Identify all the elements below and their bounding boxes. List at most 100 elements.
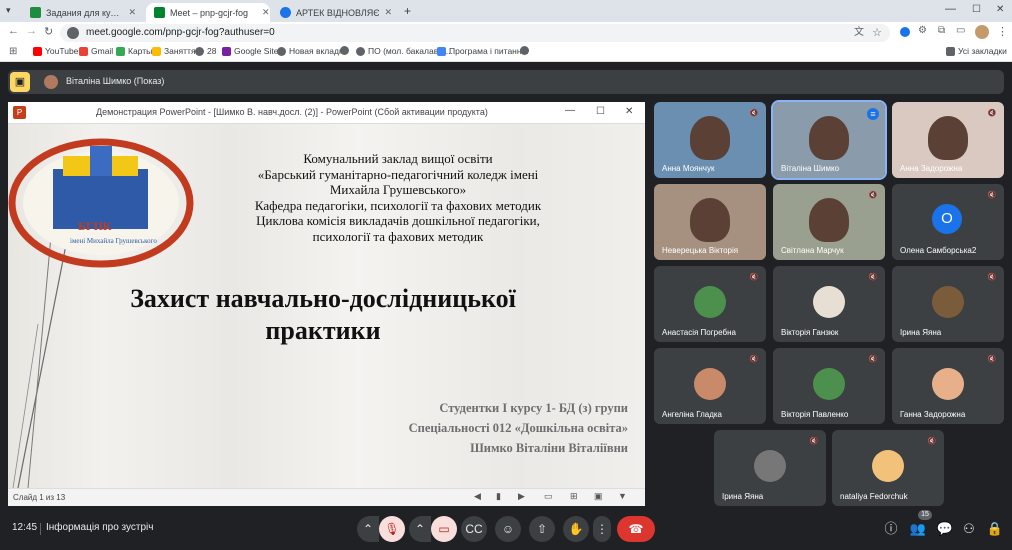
participant-tile[interactable]: Анастасія Погребна 🔇 [654, 266, 766, 342]
profile-avatar[interactable] [975, 25, 989, 39]
chat-icon[interactable]: 💬 [932, 516, 958, 542]
extensions-puzzle-icon[interactable]: ⧉ [938, 25, 945, 36]
audio-options-button[interactable]: ⌃ [357, 516, 379, 542]
participant-tile[interactable]: Світлана Марчук 🔇 [773, 184, 885, 260]
participant-tile[interactable]: Ганна Задорожна 🔇 [892, 348, 1004, 424]
tab-course-tasks[interactable]: Задания для курса "1-БШ(3). Ш ✕ [22, 3, 144, 22]
site-info-icon[interactable] [67, 27, 79, 39]
ppt-title-bar: P Демонстрация PowerPoint - [Шимко В. на… [8, 102, 645, 124]
meeting-info-link[interactable]: Інформація про зустріч [46, 522, 153, 533]
mic-muted-icon: 🔇 [987, 192, 997, 199]
new-tab-button[interactable]: + [404, 4, 411, 18]
mic-muted-icon: 🔇 [868, 274, 878, 281]
participant-tile[interactable]: nataliya Fedorchuk 🔇 [832, 430, 944, 506]
tab-list-icon[interactable]: ▾ [6, 5, 11, 16]
participant-tile[interactable]: О Олена Самборська2 🔇 [892, 184, 1004, 260]
close-tab-icon[interactable]: ✕ [128, 7, 136, 18]
participant-avatar [813, 368, 845, 400]
bookmark-google-sites[interactable]: Google Sites [222, 46, 283, 56]
participant-tile[interactable]: Неверецька Вікторія [654, 184, 766, 260]
participant-tile[interactable]: Вікторія Ганзюк 🔇 [773, 266, 885, 342]
ppt-close-icon[interactable]: ✕ [625, 106, 633, 117]
bookmark-program[interactable]: Програма і питанн... [437, 46, 529, 56]
bookmark-globe-2[interactable] [520, 46, 532, 55]
bookmark-gmail[interactable]: Gmail [79, 46, 113, 56]
activities-icon[interactable]: ⚇ [956, 516, 982, 542]
forward-icon[interactable]: → [26, 25, 37, 37]
tab-artek[interactable]: АРТЕК ВІДНОВЛЯЄ СВОЮ ДІЯ ✕ [272, 3, 400, 22]
leave-call-button[interactable]: ☎ [617, 516, 655, 542]
participant-video [809, 116, 849, 160]
bookmark-28[interactable]: 28 [195, 46, 216, 56]
more-options-button[interactable]: ⋮ [593, 516, 611, 542]
info-icon[interactable]: ⓘ [878, 516, 904, 542]
raise-hand-button[interactable]: ✋ [563, 516, 589, 542]
maximize-window-icon[interactable]: ☐ [972, 4, 981, 15]
participant-tile[interactable]: Анна Задорожна 🔇 [892, 102, 1004, 178]
slide-area[interactable]: БГПК імені Михайла Грушевського Комуналь… [8, 124, 645, 488]
header-line: психології та фахових методик [312, 228, 484, 244]
bookmark-maps[interactable]: Карты [116, 46, 152, 56]
apps-grid-icon[interactable]: ⊞ [9, 46, 17, 57]
extension-icon[interactable]: ⚙ [918, 25, 927, 36]
participant-tile[interactable]: Вікторія Павленко 🔇 [773, 348, 885, 424]
maps-icon [116, 46, 125, 56]
globe-icon [356, 46, 365, 56]
extension-blue-icon[interactable] [900, 27, 910, 37]
url-field[interactable]: meet.google.com/pnp-gcjr-fog?authuser=0 … [60, 24, 890, 42]
host-controls-icon[interactable]: 🔒 [982, 516, 1008, 542]
participant-tile[interactable]: Ірина Яяна 🔇 [714, 430, 826, 506]
bookmark-star-icon[interactable]: ☆ [872, 24, 882, 42]
reload-icon[interactable]: ↻ [44, 25, 53, 38]
mic-off-button[interactable]: 🎙 [379, 516, 405, 542]
prev-slide-icon[interactable]: ◀ [474, 491, 481, 502]
mic-muted-icon: 🔇 [868, 356, 878, 363]
participant-avatar [872, 450, 904, 482]
close-tab-icon[interactable]: ✕ [262, 7, 270, 18]
title-line: Захист навчально-дослідницької [130, 284, 516, 313]
participant-tile[interactable]: Ангеліна Гладка 🔇 [654, 348, 766, 424]
header-line: Кафедра педагогіки, психології та фахови… [254, 197, 542, 213]
participant-name: nataliya Fedorchuk [840, 492, 908, 501]
tab-meet[interactable]: Meet – pnp-gcjr-fog ✕ [146, 3, 270, 22]
minimize-window-icon[interactable]: — [945, 3, 956, 15]
close-window-icon[interactable]: ✕ [996, 4, 1004, 15]
present-now-button[interactable]: ⇧ [529, 516, 555, 542]
address-bar-row: ← → ↻ meet.google.com/pnp-gcjr-fog?authu… [0, 22, 1012, 44]
captions-button[interactable]: CC [461, 516, 487, 542]
bookmark-youtube[interactable]: YouTube [33, 46, 78, 56]
emoji-button[interactable]: ☺ [495, 516, 521, 542]
reading-view-icon[interactable]: ▣ [594, 491, 603, 502]
mic-muted-icon: 🔇 [987, 274, 997, 281]
participant-tile[interactable]: Анна Моянчук 🔇 [654, 102, 766, 178]
bookmark-globe[interactable] [340, 46, 352, 55]
back-icon[interactable]: ← [8, 25, 19, 37]
camera-off-button[interactable]: ▭ [431, 516, 457, 542]
participant-tile[interactable]: Віталіна Шимко ≡ [771, 100, 887, 180]
video-options-button[interactable]: ⌃ [409, 516, 431, 542]
ppt-maximize-icon[interactable]: ☐ [596, 106, 605, 117]
clock-time: 12:45 [12, 522, 38, 533]
bookmark-new-tab[interactable]: Новая вкладка [277, 46, 348, 56]
classroom-icon [30, 7, 41, 18]
slideshow-icon[interactable]: ▼ [618, 491, 627, 501]
next-slide-icon[interactable]: ▶ [518, 491, 525, 502]
slide-sorter-icon[interactable]: ▮ [496, 491, 501, 502]
speaking-icon: ≡ [867, 108, 879, 120]
participant-tile[interactable]: Ірина Яяна 🔇 [892, 266, 1004, 342]
separator [40, 523, 41, 535]
globe-icon [195, 46, 204, 56]
participant-name: Анна Моянчук [662, 164, 715, 173]
ppt-minimize-icon[interactable]: — [565, 105, 575, 116]
powerpoint-window: P Демонстрация PowerPoint - [Шимко В. на… [8, 102, 645, 506]
browser-menu-icon[interactable]: ⋮ [997, 25, 1008, 38]
presentation-bar: ▣ Віталіна Шимко (Показ) [8, 70, 1004, 94]
normal-view-icon[interactable]: ▭ [544, 491, 553, 502]
grid-view-icon[interactable]: ⊞ [570, 491, 578, 502]
bookmark-classes[interactable]: Заняття [152, 46, 196, 56]
mic-muted-icon: 🔇 [987, 110, 997, 117]
side-panel-icon[interactable]: ▭ [956, 25, 965, 36]
all-bookmarks[interactable]: Усі закладки [946, 46, 1007, 56]
close-tab-icon[interactable]: ✕ [384, 7, 392, 18]
translate-icon[interactable]: 文 [854, 24, 864, 42]
